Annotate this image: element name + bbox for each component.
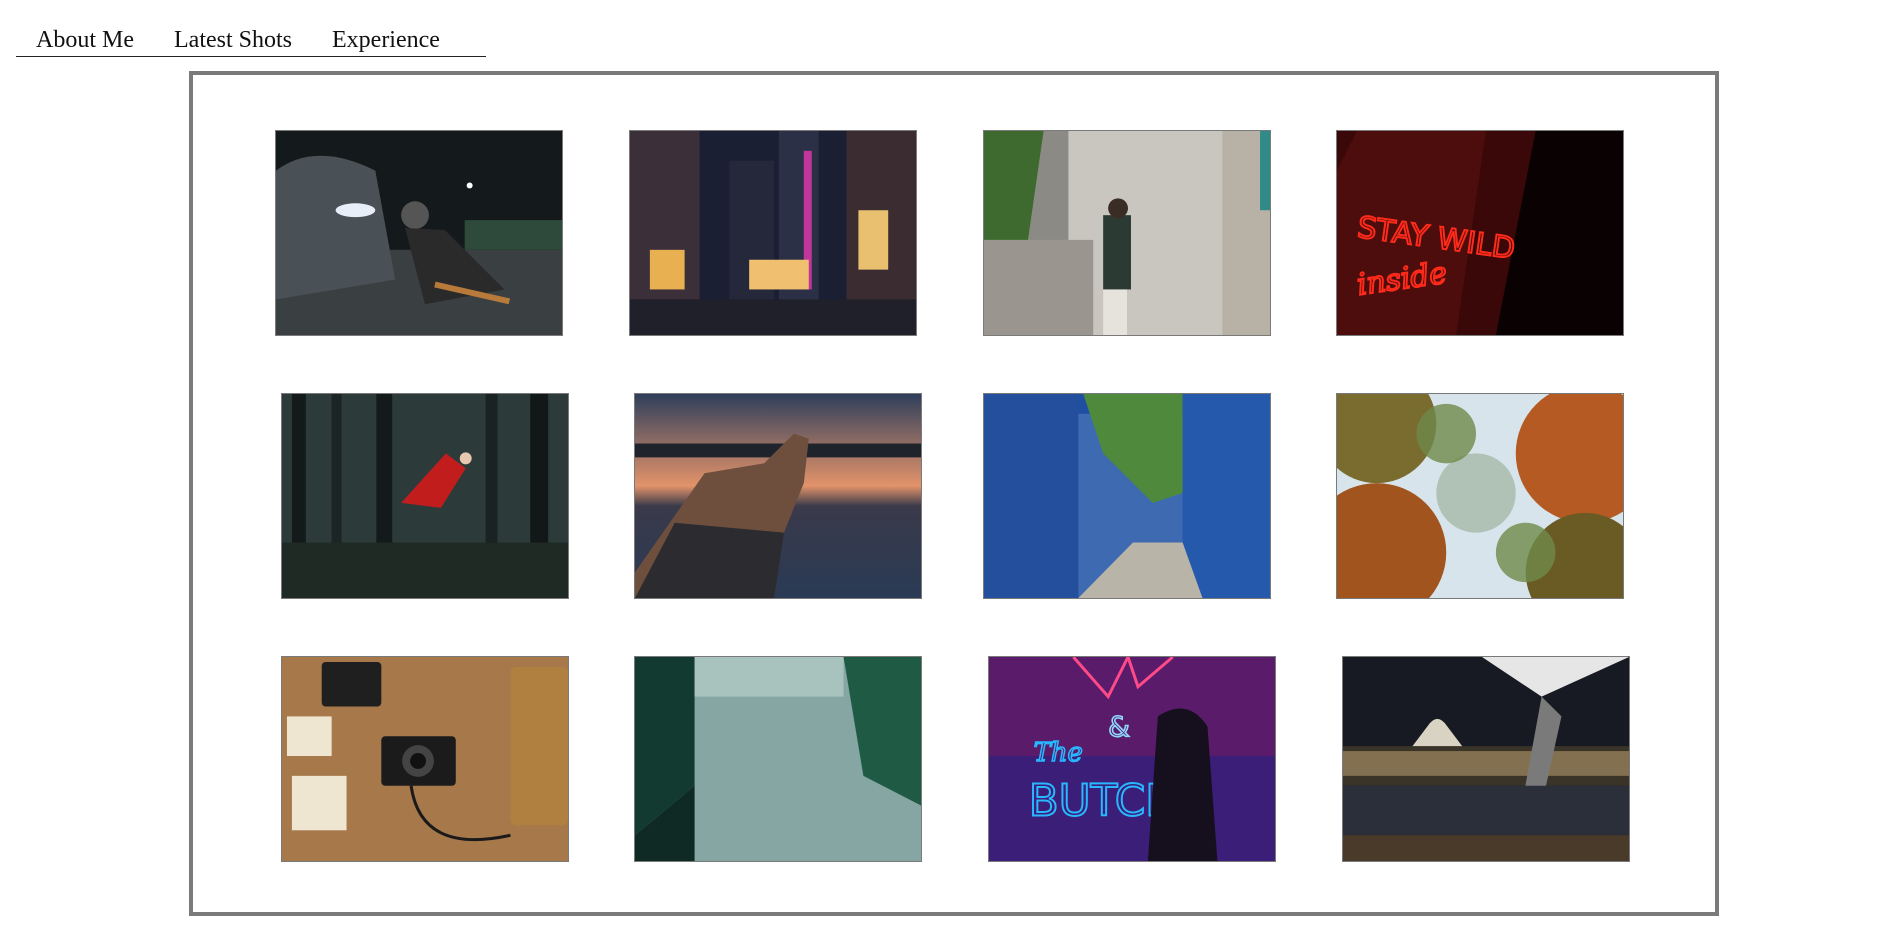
photo-camera-map[interactable] xyxy=(281,656,569,862)
photo-forest-woman[interactable] xyxy=(281,393,569,599)
neon-sign-photo-image: STAY WILD inside xyxy=(1337,131,1623,335)
photo-gallery: STAY WILD inside & The BUTCH xyxy=(189,71,1719,916)
alley-photo-image xyxy=(984,394,1270,598)
photo-london-bridge-night[interactable] xyxy=(1342,656,1630,862)
photo-tokyo-street[interactable] xyxy=(629,130,917,336)
camera-photo-image xyxy=(282,657,568,861)
photographer-photo-image xyxy=(984,131,1270,335)
canopy-photo-image xyxy=(1337,394,1623,598)
photo-blue-alley[interactable] xyxy=(983,393,1271,599)
photo-photographer-stairs[interactable] xyxy=(983,130,1271,336)
nav-latest-shots-link[interactable]: Latest Shots xyxy=(174,22,292,52)
photo-neon-stay-wild[interactable]: STAY WILD inside xyxy=(1336,130,1624,336)
svg-text:The: The xyxy=(1034,738,1083,768)
street-photo-image xyxy=(630,131,916,335)
puddle-photo-image xyxy=(635,657,921,861)
nav-experience-link[interactable]: Experience xyxy=(332,22,440,52)
neon-butcher-text: & xyxy=(1108,710,1130,743)
photo-neon-butcher[interactable]: & The BUTCH xyxy=(988,656,1276,862)
nav-about-me-link[interactable]: About Me xyxy=(36,22,134,52)
neon-butcher-photo-image: & The BUTCH xyxy=(989,657,1275,861)
forest-photo-image xyxy=(282,394,568,598)
photo-hand-lake-sunset[interactable] xyxy=(634,393,922,599)
car-photo-image xyxy=(276,131,562,335)
top-nav: About Me Latest Shots Experience xyxy=(16,22,486,57)
lake-photo-image xyxy=(635,394,921,598)
photo-autumn-canopy[interactable] xyxy=(1336,393,1624,599)
photo-puddle-reflection[interactable] xyxy=(634,656,922,862)
photo-car-masked-man[interactable] xyxy=(275,130,563,336)
london-photo-image xyxy=(1343,657,1629,861)
